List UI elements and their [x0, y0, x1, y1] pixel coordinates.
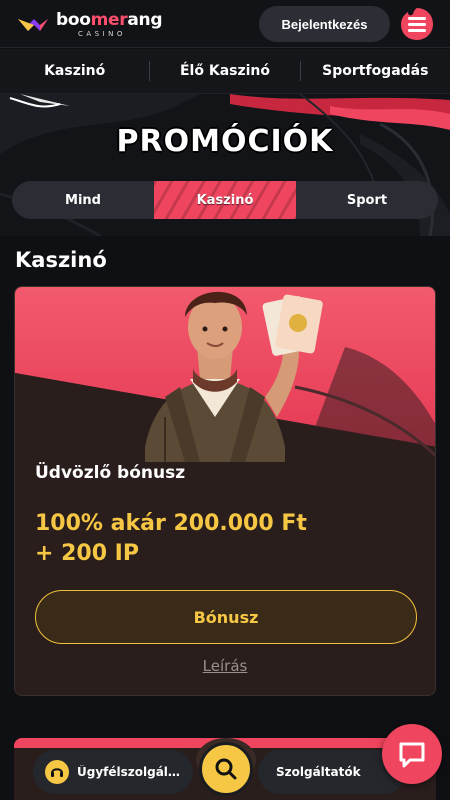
search-button[interactable]: [199, 742, 253, 796]
logo-text-prefix: boo: [56, 10, 91, 30]
live-chat-button[interactable]: [382, 724, 442, 784]
nav-item-live-casino[interactable]: Élő Kaszinó: [149, 61, 299, 81]
boomerang-logo-icon: [18, 19, 48, 31]
promo-filter-tabs: Mind Kaszinó Sport: [12, 181, 438, 219]
logo-text-accent: mer: [90, 10, 128, 30]
top-header: boomerang CASINO Bejelentkezés: [0, 0, 450, 48]
hamburger-menu-icon: [401, 8, 433, 40]
tab-all[interactable]: Mind: [12, 181, 154, 219]
menu-button[interactable]: [398, 6, 436, 42]
headset-icon: [45, 760, 69, 784]
customer-support-label: Ügyfélszolgál...: [77, 765, 181, 779]
nav-item-sports-betting[interactable]: Sportfogadás: [299, 61, 450, 81]
bonus-button[interactable]: Bónusz: [35, 590, 417, 644]
bottom-action-bar: Ügyfélszolgál... Szolgáltatók: [0, 724, 450, 800]
promo-card: Üdvözlő bónusz 100% akár 200.000 Ft + 20…: [14, 286, 436, 696]
promo-title: Üdvözlő bónusz: [35, 463, 186, 483]
login-button[interactable]: Bejelentkezés: [259, 6, 390, 42]
search-icon: [215, 758, 237, 780]
promo-offer: 100% akár 200.000 Ft + 200 IP: [35, 509, 335, 569]
description-link[interactable]: Leírás: [15, 657, 435, 675]
tab-sport[interactable]: Sport: [296, 181, 438, 219]
page-title: PROMÓCIÓK: [116, 124, 334, 159]
logo-subtitle: CASINO: [78, 30, 126, 38]
promo-offer-line2: + 200 IP: [35, 541, 139, 566]
tab-casino[interactable]: Kaszinó: [154, 181, 296, 219]
logo-text-suffix: ang: [127, 10, 163, 30]
customer-support-button[interactable]: Ügyfélszolgál...: [33, 750, 193, 794]
main-nav: Kaszinó Élő Kaszinó Sportfogadás: [0, 49, 450, 94]
nav-item-casino[interactable]: Kaszinó: [0, 61, 149, 81]
section-title: Kaszinó: [15, 248, 107, 272]
boomerang-casino-logo[interactable]: boomerang CASINO: [16, 10, 176, 40]
promo-offer-line1: 100% akár 200.000 Ft: [35, 511, 307, 536]
chat-bubble-icon: [399, 742, 425, 768]
